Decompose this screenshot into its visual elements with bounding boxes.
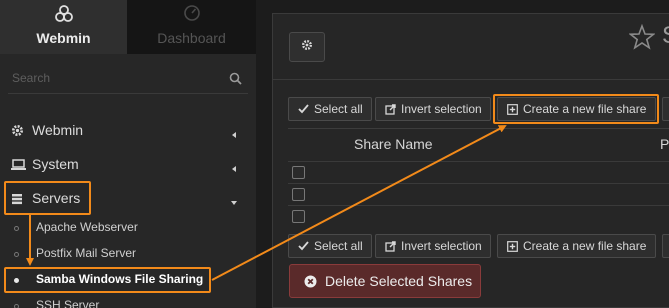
caret-left-icon xyxy=(230,160,238,172)
select-all-button-bottom[interactable]: Select all xyxy=(288,234,372,258)
sidebar-subitem-postfix[interactable]: Postfix Mail Server xyxy=(0,242,256,266)
row-checkbox[interactable] xyxy=(292,188,305,201)
invert-selection-button-bottom[interactable]: Invert selection xyxy=(375,234,491,258)
sidebar-item-label: System xyxy=(32,156,79,172)
sidebar-item-webmin[interactable]: Webmin xyxy=(0,115,256,145)
create-share-button-bottom[interactable]: Create a new file share xyxy=(497,234,656,258)
bullet-icon xyxy=(14,304,19,308)
sidebar-item-label: Webmin xyxy=(32,122,84,138)
star-icon[interactable] xyxy=(628,23,656,55)
table-row xyxy=(288,205,669,227)
gear-icon xyxy=(11,124,25,136)
bullet-icon xyxy=(14,226,19,231)
tab-dashboard-label: Dashboard xyxy=(157,30,226,46)
dashboard-gauge-icon xyxy=(127,4,256,24)
search-input[interactable] xyxy=(12,71,212,85)
toolbar-overflow-button[interactable] xyxy=(662,97,669,121)
page-title: S xyxy=(662,22,669,50)
create-share-button[interactable]: Create a new file share xyxy=(497,97,656,121)
sidebar-subitem-samba[interactable]: Samba Windows File Sharing xyxy=(0,268,256,292)
sidebar: Webmin Dashboard Webmin xyxy=(0,0,256,308)
divider xyxy=(273,79,669,80)
table-row xyxy=(288,183,669,205)
sidebar-item-system[interactable]: System xyxy=(0,149,256,179)
sidebar-subitem-label: SSH Server xyxy=(36,298,100,308)
invert-selection-button[interactable]: Invert selection xyxy=(375,97,491,121)
invert-selection-label: Invert selection xyxy=(401,102,482,116)
tab-webmin-label: Webmin xyxy=(36,30,91,46)
table-row xyxy=(288,161,669,183)
create-share-label: Create a new file share xyxy=(523,102,647,116)
select-all-label: Select all xyxy=(314,239,363,253)
laptop-icon xyxy=(11,158,26,170)
delete-selected-shares-label: Delete Selected Shares xyxy=(325,273,473,289)
check-icon xyxy=(298,104,309,114)
sidebar-subitem-label: Apache Webserver xyxy=(36,220,138,234)
caret-left-icon xyxy=(230,126,238,138)
tab-webmin[interactable]: Webmin xyxy=(0,0,127,54)
bullet-icon xyxy=(14,252,19,257)
select-all-label: Select all xyxy=(314,102,363,116)
row-checkbox[interactable] xyxy=(292,166,305,179)
toolbar-overflow-button-bottom[interactable] xyxy=(662,234,669,258)
select-all-button[interactable]: Select all xyxy=(288,97,372,121)
webmin-logo-icon xyxy=(0,4,127,24)
plus-square-icon xyxy=(507,103,518,115)
column-header-share-name[interactable]: Share Name xyxy=(354,136,433,152)
row-checkbox[interactable] xyxy=(292,210,305,223)
server-icon xyxy=(11,192,25,205)
sidebar-item-servers[interactable]: Servers xyxy=(0,183,256,213)
column-header-path[interactable]: P xyxy=(660,136,669,152)
tab-dashboard[interactable]: Dashboard xyxy=(127,0,256,54)
sidebar-subitem-label: Postfix Mail Server xyxy=(36,246,137,260)
sidebar-search xyxy=(8,66,248,94)
share-arrow-icon xyxy=(385,240,396,252)
sidebar-subitem-apache[interactable]: Apache Webserver xyxy=(0,216,256,240)
create-share-label: Create a new file share xyxy=(523,239,647,253)
bullet-icon xyxy=(14,278,19,283)
module-config-button[interactable] xyxy=(289,32,325,62)
share-arrow-icon xyxy=(385,103,396,115)
search-icon[interactable] xyxy=(229,72,242,90)
caret-down-icon xyxy=(230,194,238,205)
sidebar-item-label: Servers xyxy=(32,190,81,206)
invert-selection-label: Invert selection xyxy=(401,239,482,253)
delete-selected-shares-button[interactable]: Delete Selected Shares xyxy=(289,264,481,298)
sidebar-subitem-label: Samba Windows File Sharing xyxy=(36,272,204,286)
gear-icon xyxy=(301,38,313,56)
check-icon xyxy=(298,241,309,251)
times-circle-icon xyxy=(304,275,317,288)
plus-square-icon xyxy=(507,240,518,252)
sidebar-subitem-ssh[interactable]: SSH Server xyxy=(0,294,256,308)
